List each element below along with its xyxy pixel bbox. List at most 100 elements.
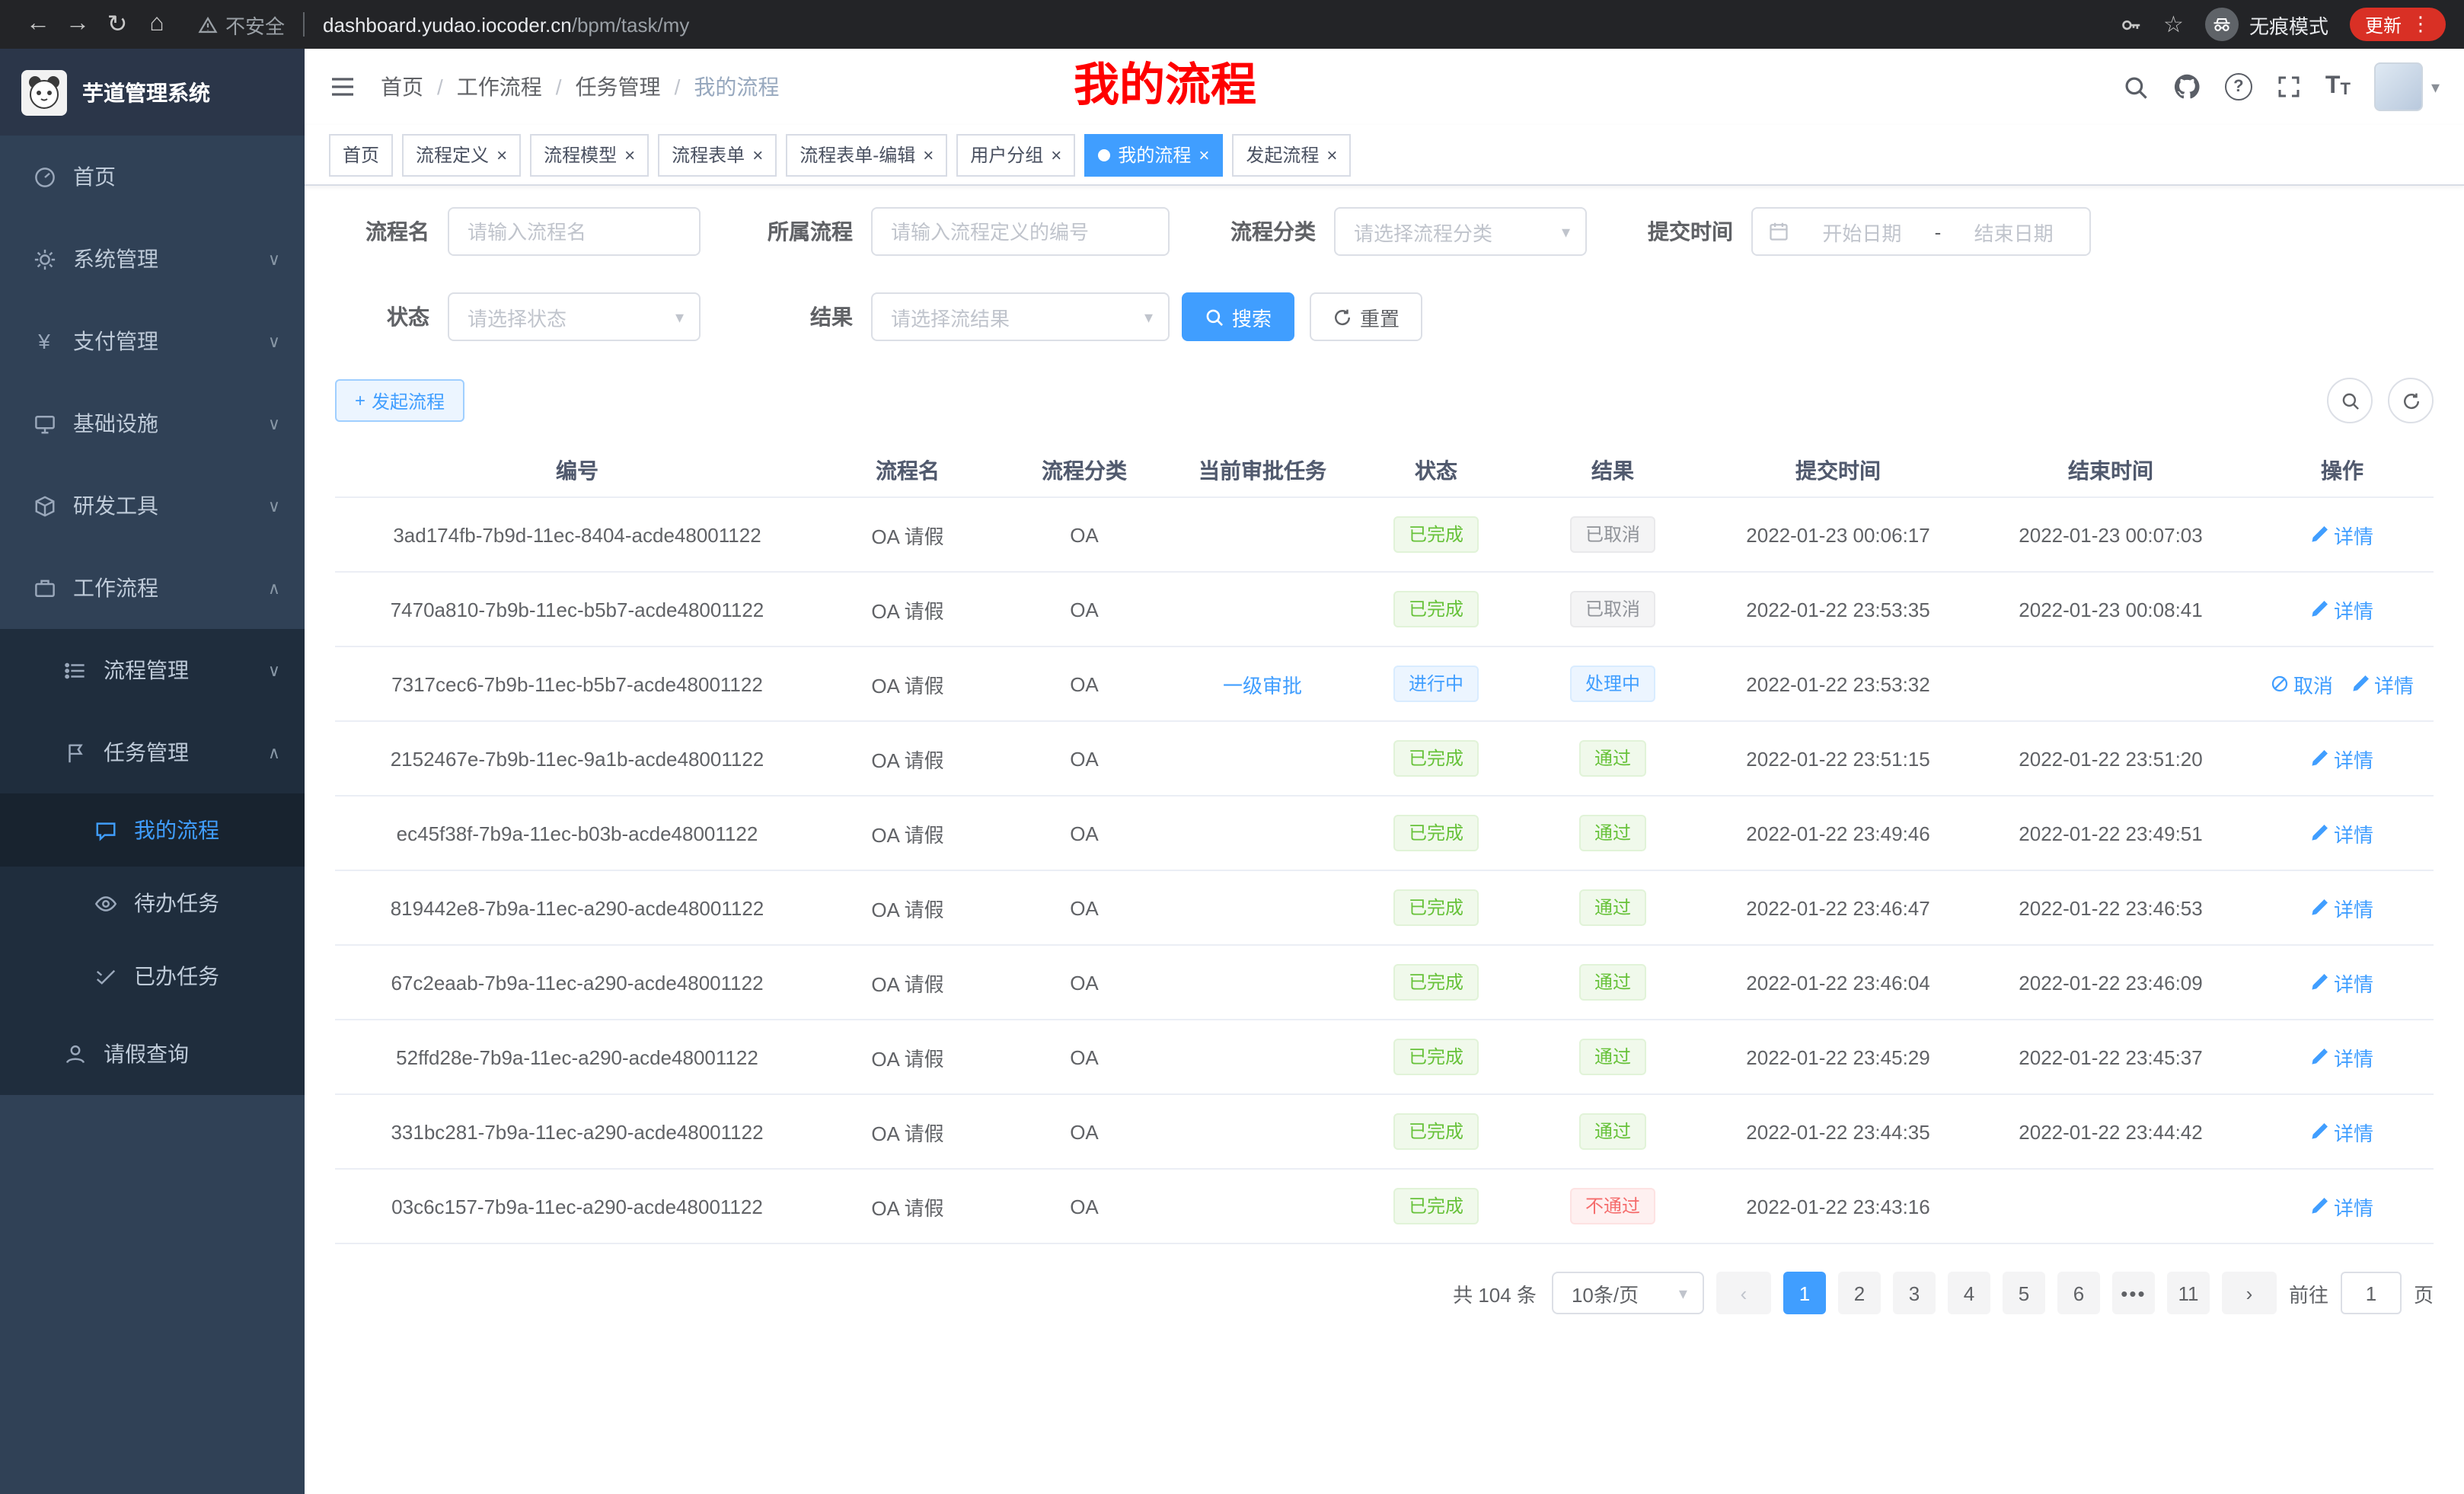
reset-button[interactable]: 重置	[1310, 292, 1422, 341]
breadcrumb-home[interactable]: 首页	[381, 72, 423, 102]
sidebar-item-task-manage[interactable]: 任务管理 ∧	[0, 711, 305, 793]
start-date-input[interactable]: 开始日期	[1802, 217, 1923, 246]
process-name: OA 请假	[819, 945, 996, 1020]
tab-process-definition[interactable]: 流程定义×	[402, 133, 521, 176]
close-icon[interactable]: ×	[923, 145, 934, 164]
tab-home[interactable]: 首页	[329, 133, 393, 176]
row-actions: 取消详情	[2251, 646, 2434, 721]
user-menu[interactable]: ▾	[2375, 62, 2440, 111]
page-size-select[interactable]: 10条/页 ▾	[1552, 1272, 1704, 1314]
back-icon[interactable]: ←	[18, 11, 58, 38]
update-button[interactable]: 更新 ⋮	[2350, 8, 2446, 41]
end-date-input[interactable]: 结束日期	[1953, 217, 2074, 246]
tab-start-process[interactable]: 发起流程×	[1232, 133, 1351, 176]
key-icon[interactable]	[2119, 13, 2142, 36]
page-button[interactable]: 4	[1948, 1272, 1990, 1314]
home-icon[interactable]: ⌂	[137, 11, 177, 38]
status-cell: 已完成	[1352, 721, 1520, 796]
submit-time: 2022-01-22 23:46:47	[1706, 870, 1971, 945]
create-process-button[interactable]: + 发起流程	[335, 379, 464, 422]
close-icon[interactable]: ×	[624, 145, 635, 164]
detail-link[interactable]: 详情	[2311, 595, 2373, 624]
page-button[interactable]: 5	[2003, 1272, 2045, 1314]
detail-link[interactable]: 详情	[2311, 819, 2373, 848]
caret-down-icon: ▾	[1562, 222, 1570, 241]
detail-link[interactable]: 详情	[2311, 1117, 2373, 1146]
detail-link[interactable]: 详情	[2311, 520, 2373, 549]
toolbox-icon	[30, 494, 58, 517]
toggle-search-button[interactable]	[2327, 378, 2373, 423]
forward-icon[interactable]: →	[58, 11, 97, 38]
current-task-cell	[1173, 721, 1352, 796]
submit-time: 2022-01-22 23:53:32	[1706, 646, 1971, 721]
close-icon[interactable]: ×	[752, 145, 763, 164]
process-key-input[interactable]	[871, 207, 1170, 256]
detail-link[interactable]: 详情	[2351, 669, 2414, 698]
search-button[interactable]: 搜索	[1182, 292, 1294, 341]
breadcrumb-task-manage[interactable]: 任务管理	[576, 72, 661, 102]
close-icon[interactable]: ×	[1198, 145, 1209, 164]
close-icon[interactable]: ×	[496, 145, 507, 164]
detail-link[interactable]: 详情	[2311, 1042, 2373, 1071]
category-select[interactable]: 请选择流程分类 ▾	[1334, 207, 1587, 256]
detail-link[interactable]: 详情	[2311, 968, 2373, 997]
address-bar[interactable]: 不安全 dashboard.yudao.iocoder.cn/bpm/task/…	[198, 10, 2119, 39]
sidebar-item-process-manage[interactable]: 流程管理 ∨	[0, 629, 305, 711]
page-button[interactable]: 3	[1893, 1272, 1936, 1314]
detail-link[interactable]: 详情	[2311, 893, 2373, 922]
page-button[interactable]: 6	[2057, 1272, 2100, 1314]
sidebar-item-payment[interactable]: ¥ 支付管理 ∨	[0, 300, 305, 382]
sidebar-item-my-process[interactable]: 我的流程	[0, 793, 305, 867]
status-badge: 已完成	[1393, 516, 1479, 553]
end-time: 2022-01-22 23:49:51	[1971, 796, 2251, 870]
security-warning[interactable]: 不安全	[198, 10, 285, 39]
breadcrumb-workflow[interactable]: 工作流程	[457, 72, 542, 102]
sidebar-item-devtools[interactable]: 研发工具 ∨	[0, 464, 305, 547]
font-size-icon[interactable]: TT	[2325, 75, 2351, 99]
github-icon[interactable]	[2173, 73, 2201, 101]
fullscreen-icon[interactable]	[2277, 75, 2301, 99]
sidebar-toggle-icon[interactable]	[329, 73, 356, 101]
prev-page-button[interactable]: ‹	[1716, 1272, 1771, 1314]
star-icon[interactable]: ☆	[2163, 11, 2184, 38]
search-icon[interactable]	[2123, 74, 2149, 100]
page-button[interactable]: 1	[1783, 1272, 1826, 1314]
sidebar-item-workflow[interactable]: 工作流程 ∧	[0, 547, 305, 629]
navbar: 首页 / 工作流程 / 任务管理 / 我的流程 我的流程 ? TT	[305, 49, 2464, 125]
status-select[interactable]: 请选择状态 ▾	[448, 292, 701, 341]
tab-my-process[interactable]: 我的流程×	[1084, 133, 1223, 176]
detail-link[interactable]: 详情	[2311, 1192, 2373, 1221]
page-button[interactable]: 11	[2167, 1272, 2210, 1314]
date-range-picker[interactable]: 开始日期 - 结束日期	[1751, 207, 2091, 256]
sidebar-item-system[interactable]: 系统管理 ∨	[0, 218, 305, 300]
caret-down-icon: ▾	[1679, 1283, 1687, 1303]
task-link[interactable]: 一级审批	[1223, 674, 1302, 697]
sidebar-item-leave-query[interactable]: 请假查询	[0, 1013, 305, 1095]
tab-user-group[interactable]: 用户分组×	[956, 133, 1075, 176]
row-actions: 详情	[2251, 721, 2434, 796]
menu-dots-icon[interactable]: ⋮	[2411, 12, 2430, 37]
close-icon[interactable]: ×	[1051, 145, 1061, 164]
sidebar-item-home[interactable]: 首页	[0, 136, 305, 218]
goto-page-input[interactable]	[2341, 1272, 2402, 1314]
process-name-input[interactable]	[448, 207, 701, 256]
pager-ellipsis[interactable]: •••	[2112, 1272, 2155, 1314]
close-icon[interactable]: ×	[1326, 145, 1337, 164]
result-select[interactable]: 请选择流结果 ▾	[871, 292, 1170, 341]
tab-process-model[interactable]: 流程模型×	[530, 133, 649, 176]
refresh-button[interactable]	[2388, 378, 2434, 423]
action-label: 详情	[2334, 1192, 2373, 1221]
help-icon[interactable]: ?	[2225, 73, 2252, 101]
cancel-link[interactable]: 取消	[2271, 669, 2333, 698]
result-badge: 处理中	[1570, 666, 1655, 702]
reload-icon[interactable]: ↻	[97, 9, 137, 40]
current-task-cell	[1173, 1094, 1352, 1169]
page-button[interactable]: 2	[1838, 1272, 1881, 1314]
next-page-button[interactable]: ›	[2222, 1272, 2277, 1314]
tab-process-form-edit[interactable]: 流程表单-编辑×	[786, 133, 947, 176]
tab-process-form[interactable]: 流程表单×	[658, 133, 777, 176]
sidebar-item-todo-task[interactable]: 待办任务	[0, 867, 305, 940]
detail-link[interactable]: 详情	[2311, 744, 2373, 773]
sidebar-item-done-task[interactable]: 已办任务	[0, 940, 305, 1013]
sidebar-item-infra[interactable]: 基础设施 ∨	[0, 382, 305, 464]
